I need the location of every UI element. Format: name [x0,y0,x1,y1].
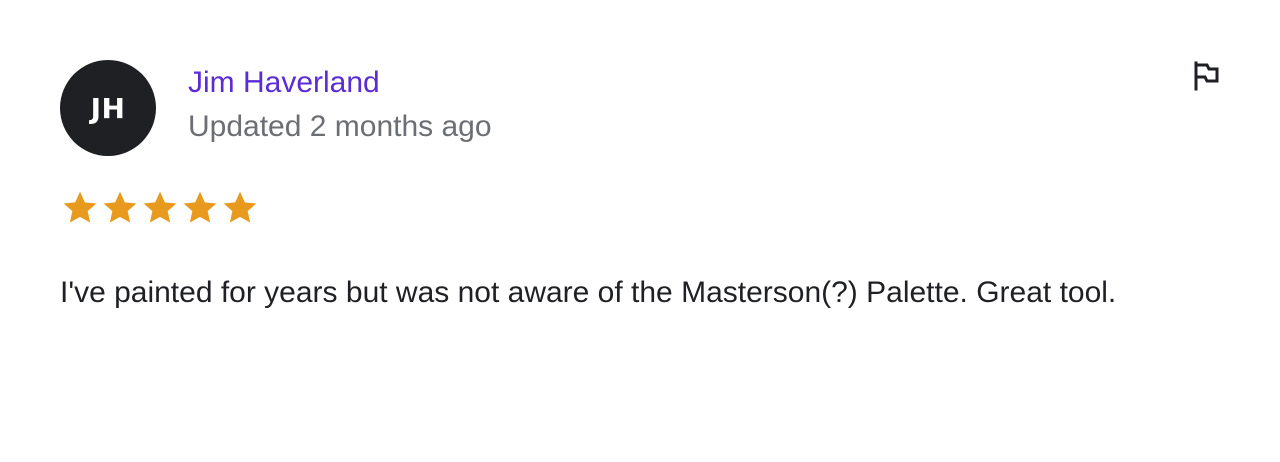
flag-icon [1194,61,1219,91]
star-icon [183,191,217,223]
review-card: JH Jim Haverland Updated 2 months ago I'… [0,0,1280,462]
star-icon [103,191,137,223]
avatar: JH [60,60,156,156]
star-icon [223,191,257,223]
star-icon [143,191,177,223]
star-icon [63,191,97,223]
avatar-initials: JH [90,91,126,125]
review-timestamp: Updated 2 months ago [188,110,492,143]
star-rating [60,188,260,228]
review-body: I've painted for years but was not aware… [60,276,1117,309]
report-flag-button[interactable] [1186,56,1226,96]
author-name-link[interactable]: Jim Haverland [188,64,380,102]
